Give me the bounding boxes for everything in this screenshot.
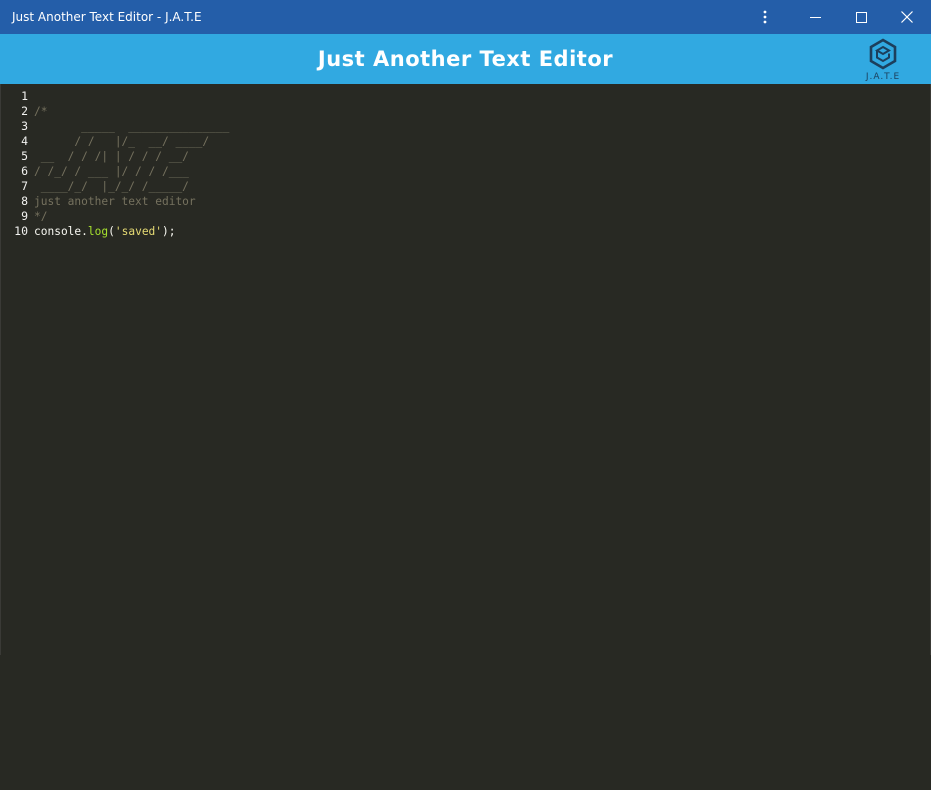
app-title: Just Another Text Editor (317, 47, 614, 71)
token-open-paren: ( (108, 225, 115, 238)
line-number: 8 (21, 194, 28, 208)
close-button[interactable] (884, 0, 930, 34)
code-line-ascii-art[interactable]: _____ _______________ (34, 119, 914, 134)
token-object: console (34, 225, 82, 238)
code-line[interactable] (34, 89, 914, 104)
app-logo: J.A.T.E (858, 38, 908, 84)
maximize-icon (855, 11, 867, 23)
line-number: 9 (21, 209, 28, 223)
line-number: 6 (21, 164, 28, 178)
token-close: ); (162, 225, 176, 238)
code-line-ascii-art[interactable]: / / |/_ __/ ____/ (34, 134, 914, 149)
code-line-ascii-art[interactable]: ____/_/ |_/_/ /_____/ (34, 179, 914, 194)
code-line-ascii-art[interactable]: __ / / /| | / / / __/ (34, 149, 914, 164)
line-number: 1 (21, 89, 28, 103)
line-number: 4 (21, 134, 28, 148)
token-string: 'saved' (114, 225, 163, 238)
maximize-button[interactable] (838, 0, 884, 34)
window-titlebar: Just Another Text Editor - J.A.T.E (0, 0, 931, 34)
code-content[interactable]: /* _____ _______________ / / |/_ __/ ___… (34, 89, 914, 239)
close-icon (901, 11, 913, 23)
code-line-comment[interactable]: /* (34, 104, 914, 119)
line-number: 3 (21, 119, 28, 133)
line-number: 10 (14, 224, 28, 238)
window-title: Just Another Text Editor - J.A.T.E (12, 10, 202, 24)
code-line-comment[interactable]: */ (34, 209, 914, 224)
line-number: 2 (21, 104, 28, 118)
app-header: Just Another Text Editor (0, 34, 931, 84)
code-line-comment[interactable]: just another text editor (34, 194, 914, 209)
token-dot: . (81, 225, 88, 238)
code-line-ascii-art[interactable]: / /_/ / ___ |/ / / /___ (34, 164, 914, 179)
line-number: 7 (21, 179, 28, 193)
line-number-gutter: 1 2 3 4 5 6 7 8 9 10 (0, 89, 28, 239)
logo-text: J.A.T.E (865, 72, 901, 82)
more-vertical-icon (763, 10, 767, 24)
code-line-statement[interactable]: console.log('saved'); (34, 224, 914, 239)
code-editor[interactable]: 1 2 3 4 5 6 7 8 9 10 /* _____ __________… (0, 84, 931, 790)
more-options-button[interactable] (742, 0, 788, 34)
line-number: 5 (21, 149, 28, 163)
token-method: log (87, 225, 109, 238)
minimize-icon (809, 12, 821, 23)
minimize-button[interactable] (792, 0, 838, 34)
